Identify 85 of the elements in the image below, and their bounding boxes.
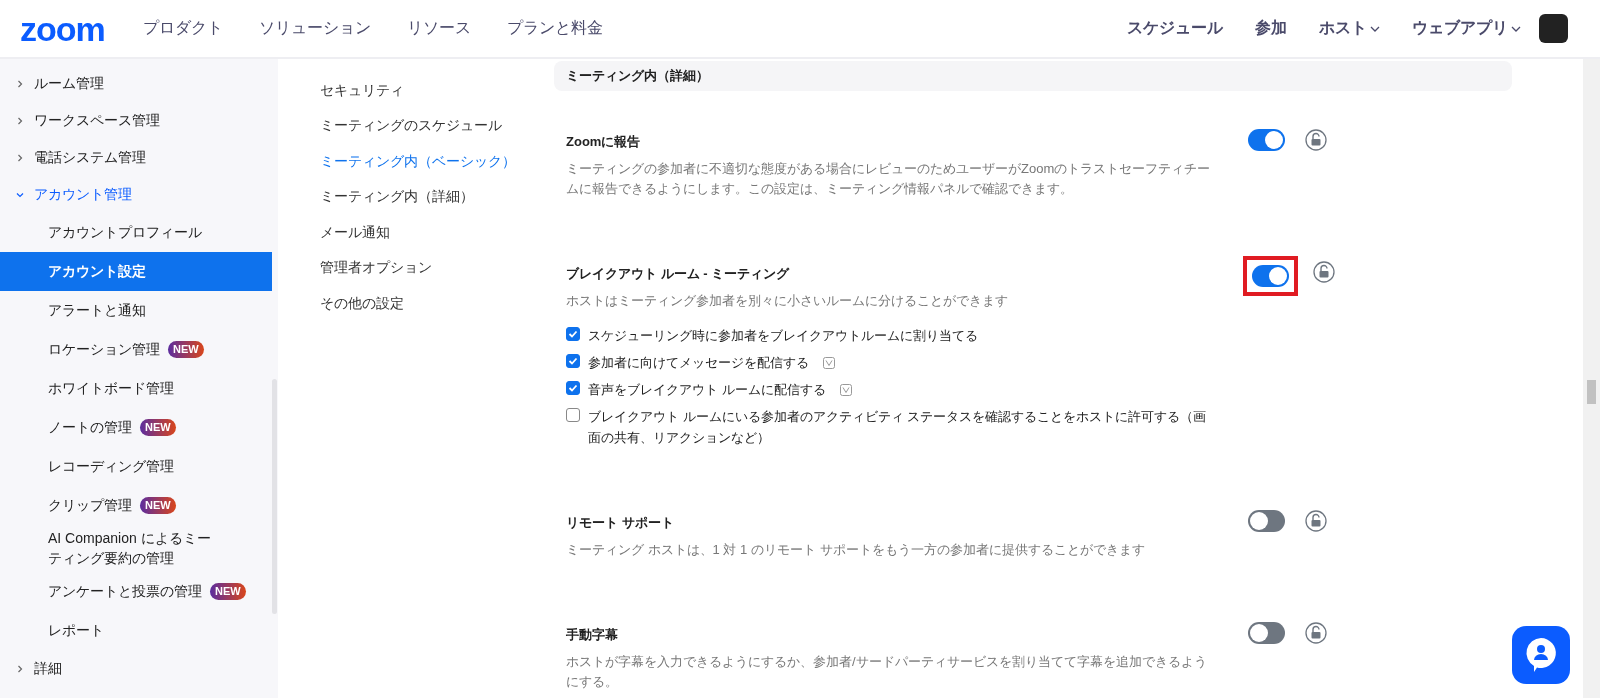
setting-description: ミーティング ホストは、1 対 1 のリモート サポートをもう一方の参加者に提供することができます <box>566 541 1146 559</box>
sidebar-group[interactable]: アカウント管理 <box>0 176 272 213</box>
sidebar-item-label: ロケーション管理 <box>48 339 160 359</box>
section-link[interactable]: セキュリティ <box>320 73 556 109</box>
check-icon <box>568 329 578 339</box>
toggle-switch[interactable] <box>1248 129 1285 151</box>
section-link[interactable]: ミーティングのスケジュール <box>320 108 556 144</box>
chevron-icon <box>16 190 24 199</box>
lock-icon[interactable] <box>1313 261 1335 283</box>
lock-icon[interactable] <box>1305 129 1327 151</box>
nav-link[interactable]: 参加 <box>1255 18 1287 39</box>
sidebar-item[interactable]: ノートの管理 NEW <box>0 408 272 447</box>
lock-icon[interactable] <box>1305 622 1327 644</box>
sidebar-item-label: ホワイトボード管理 <box>48 378 174 398</box>
setting-description: ホストはミーティング参加者を別々に小さいルームに分けることができます <box>566 292 1009 310</box>
section-link[interactable]: ミーティング内（ベーシック） <box>320 144 556 180</box>
nav-link[interactable]: ウェブアプリ <box>1412 18 1521 39</box>
setting-title: 手動字幕 <box>566 626 619 644</box>
nav-link[interactable]: スケジュール <box>1127 18 1223 39</box>
chevron-icon <box>16 664 24 673</box>
sidebar-item-label: アカウントプロフィール <box>48 222 202 242</box>
setting-title: リモート サポート <box>566 514 675 532</box>
avatar[interactable] <box>1539 14 1568 43</box>
lock-icon[interactable] <box>1305 510 1327 532</box>
checkbox-label: ブレイクアウト ルームにいる参加者のアクティビティ ステータスを確認することをホストに許可する（画面の共有、リアクションなど） <box>588 408 1208 447</box>
section-link[interactable]: その他の設定 <box>320 286 556 322</box>
check-icon <box>568 356 578 366</box>
sidebar-item-label: アンケートと投票の管理 <box>48 581 202 601</box>
scrollbar-thumb[interactable] <box>272 379 277 614</box>
sidebar-group[interactable]: 電話システム管理 <box>0 139 272 176</box>
section-link[interactable]: メール通知 <box>320 215 556 251</box>
sidebar-item[interactable]: AI Companion によるミーティング要約の管理 <box>0 525 272 573</box>
setting-title: Zoomに報告 <box>566 133 642 151</box>
toggle-switch[interactable] <box>1248 622 1285 644</box>
new-badge: NEW <box>140 418 176 437</box>
sidebar-item[interactable]: アンケートと投票の管理 NEW <box>0 572 272 612</box>
chevron-icon <box>16 79 24 88</box>
sidebar-item[interactable]: アラートと通知 <box>0 291 272 330</box>
section-link[interactable]: ミーティング内（詳細） <box>320 179 556 215</box>
zoom-logo[interactable]: zoom <box>20 11 105 46</box>
sidebar-item-label: アカウント設定 <box>48 261 146 281</box>
checkbox[interactable] <box>566 327 580 341</box>
checkbox-label: スケジューリング時に参加者をブレイクアウトルームに割り当てる <box>588 327 978 345</box>
setting-description: ミーティングの参加者に不適切な態度がある場合にレビューのためユーザーがZoomのトラストセーフティチームに報告できるようにします。この設定は、ミーティング情報パネルで確認できます。 <box>566 160 1212 198</box>
sidebar-item[interactable]: ロケーション管理 NEW <box>0 330 272 369</box>
sidebar-item[interactable]: クリップ管理 NEW <box>0 486 272 525</box>
sidebar-item-label: ノートの管理 <box>48 417 132 437</box>
sidebar-item-label: レコーディング管理 <box>48 456 174 476</box>
checkbox[interactable] <box>566 381 580 395</box>
chevron-icon <box>16 153 24 162</box>
checkbox[interactable] <box>566 408 580 422</box>
toggle-switch[interactable] <box>1248 510 1285 532</box>
new-badge: NEW <box>210 583 246 601</box>
sidebar-item-label: AI Companion によるミーティング要約の管理 <box>48 529 212 568</box>
new-badge: NEW <box>168 340 204 359</box>
sidebar-group[interactable]: ワークスペース管理 <box>0 102 272 139</box>
toggle-switch[interactable] <box>1252 265 1289 287</box>
setting-description: ホストが字幕を入力できるようにするか、参加者/サードパーティサービスを割り当てて字幕を追加できるようにする。 <box>566 653 1208 691</box>
checkbox-label: 音声をブレイクアウト ルームに配信する <box>588 381 826 399</box>
section-header: ミーティング内（詳細） <box>554 61 1512 91</box>
nav-link[interactable]: ホスト <box>1319 18 1380 39</box>
nav-link[interactable]: リソース <box>406 18 471 39</box>
checkbox-label: 参加者に向けてメッセージを配信する <box>588 354 809 372</box>
sidebar-item[interactable]: ホワイトボード管理 <box>0 369 272 408</box>
sidebar-item-label: アラートと通知 <box>48 300 146 320</box>
sidebar-item[interactable]: レコーディング管理 <box>0 447 272 486</box>
checkbox[interactable] <box>566 354 580 368</box>
sidebar-group[interactable]: 詳細 <box>0 650 272 688</box>
page-scrollbar[interactable] <box>1583 59 1600 698</box>
chevron-icon <box>16 116 24 125</box>
nav-link[interactable]: プランと料金 <box>506 18 603 39</box>
sidebar-item[interactable]: アカウントプロフィール <box>0 213 272 252</box>
setting-title: ブレイクアウト ルーム - ミーティング <box>566 265 791 283</box>
new-badge: NEW <box>140 496 176 515</box>
check-icon <box>568 383 578 393</box>
section-link[interactable]: 管理者オプション <box>320 250 556 286</box>
chat-icon <box>1524 636 1558 674</box>
sidebar-item-label: レポート <box>48 620 104 640</box>
chat-button[interactable] <box>1512 626 1570 684</box>
sidebar-group[interactable]: ルーム管理 <box>0 65 272 102</box>
sidebar-item[interactable]: アカウント設定 <box>0 252 272 291</box>
nav-link[interactable]: プロダクト <box>142 18 223 39</box>
sidebar-item-label: クリップ管理 <box>48 495 132 515</box>
nav-link[interactable]: ソリューション <box>258 18 371 39</box>
sidebar-item[interactable]: レポート <box>0 611 272 651</box>
